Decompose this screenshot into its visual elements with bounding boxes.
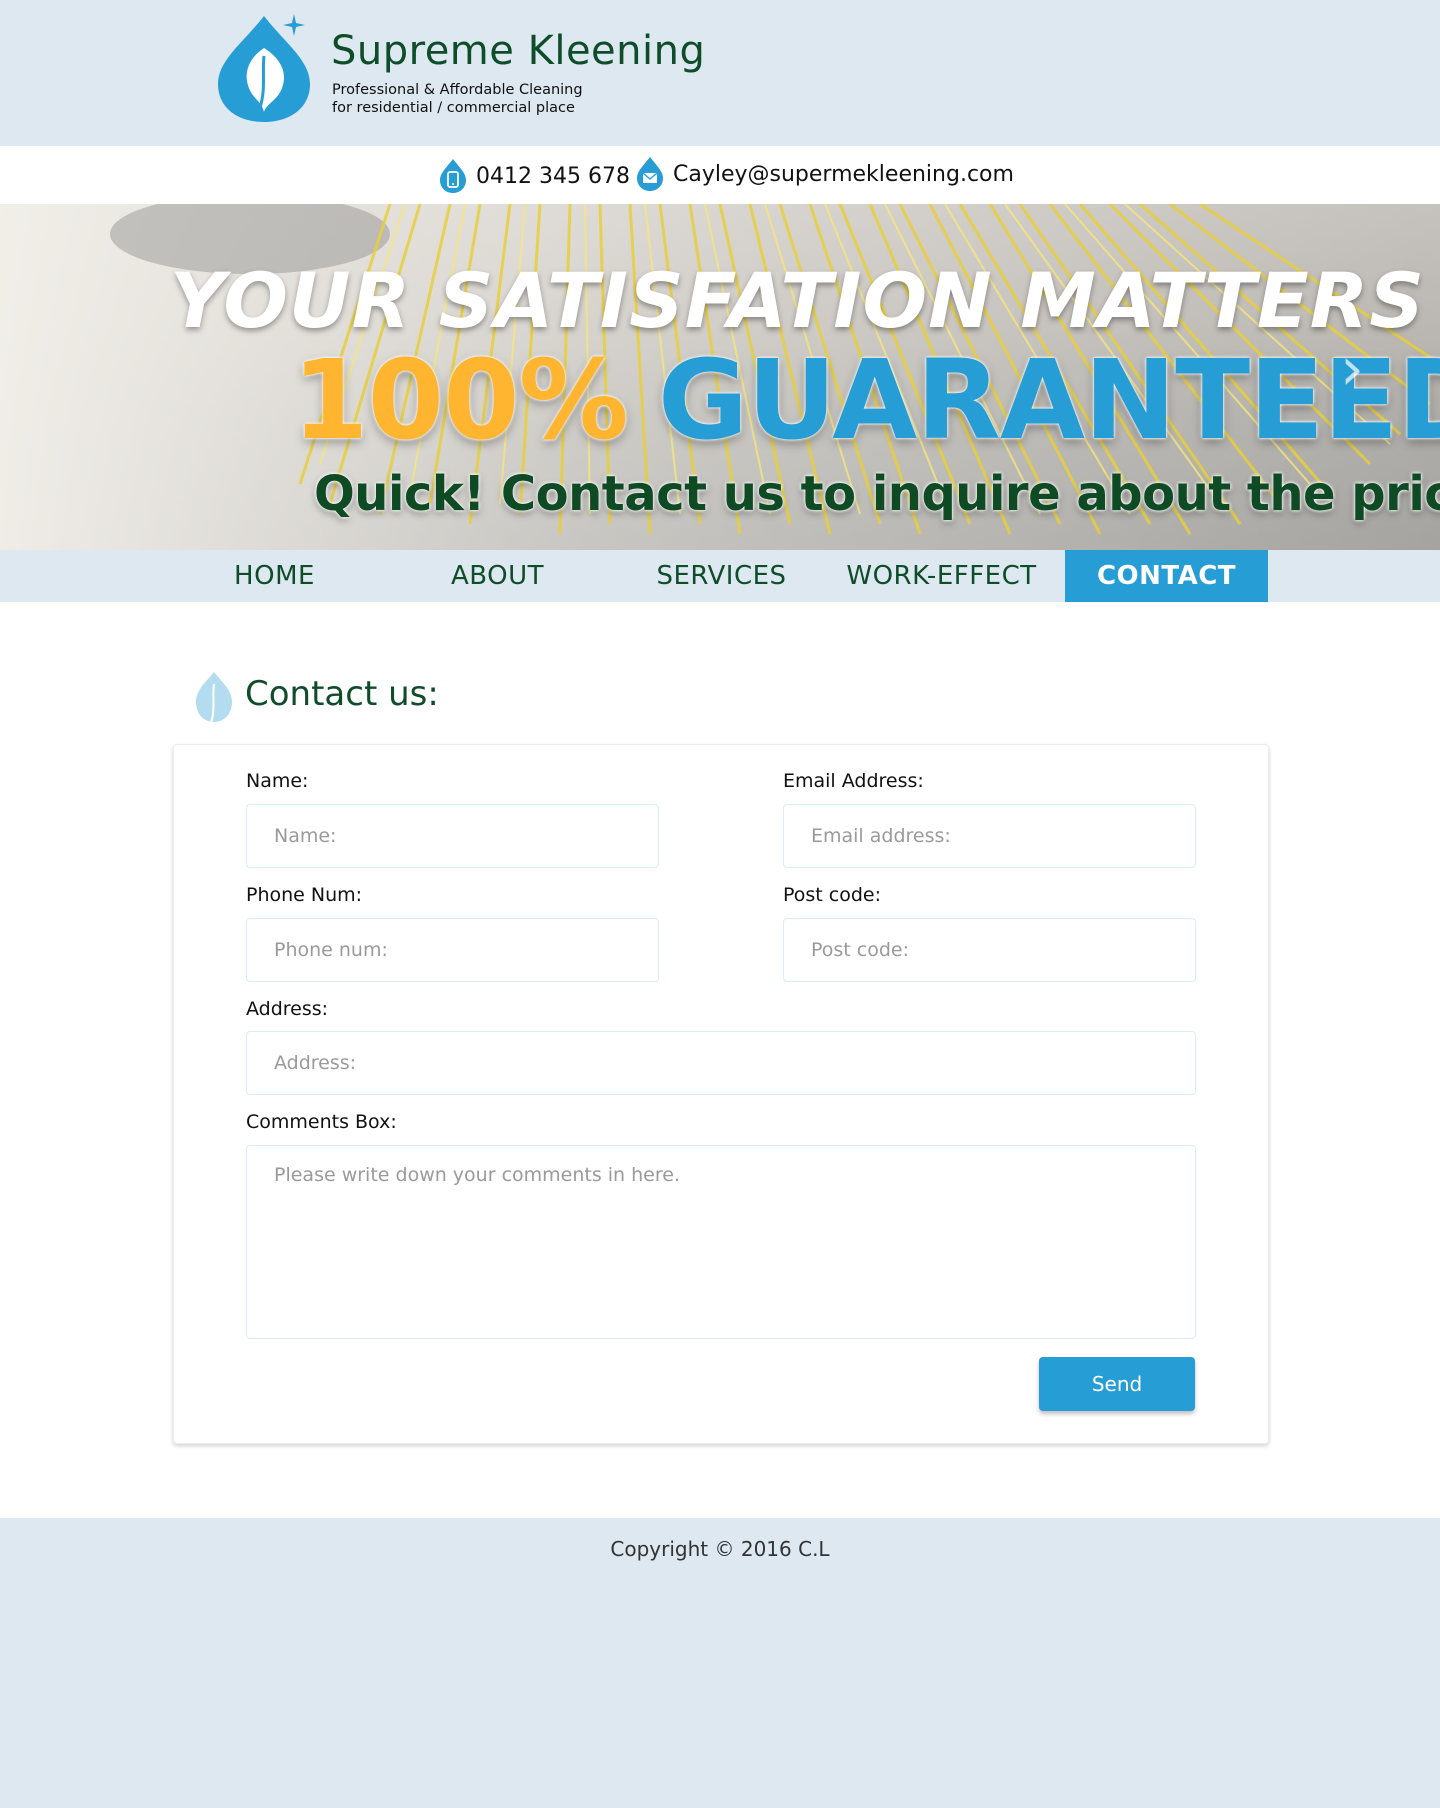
site-footer xyxy=(0,1518,1440,1808)
site-header: Supreme Kleening Professional & Affordab… xyxy=(0,0,1440,146)
name-input[interactable] xyxy=(246,804,659,868)
banner-percent: 100% xyxy=(292,336,629,464)
phone-input[interactable] xyxy=(246,918,659,982)
chevron-right-icon[interactable]: › xyxy=(1340,334,1364,404)
water-drop-leaf-icon[interactable] xyxy=(214,12,316,124)
email-label: Email Address: xyxy=(783,770,924,792)
send-button[interactable]: Send xyxy=(1039,1357,1195,1411)
address-input[interactable] xyxy=(246,1031,1196,1095)
email-address[interactable]: Cayley@supermekleening.com xyxy=(673,162,1014,187)
nav-home[interactable]: HOME xyxy=(183,550,366,602)
name-label: Name: xyxy=(246,770,309,792)
phone-contact[interactable]: 0412 345 678 xyxy=(438,158,630,194)
banner-guaranteed: GUARANTEED xyxy=(657,336,1440,464)
nav-work-effect[interactable]: WORK-EFFECT xyxy=(840,550,1043,602)
banner-cta-text: Quick! Contact us to inquire about the p… xyxy=(314,466,1440,522)
postcode-input[interactable] xyxy=(783,918,1196,982)
banner-guarantee: 100% GUARANTEED xyxy=(292,336,1440,464)
phone-drop-icon xyxy=(440,159,466,193)
phone-label: Phone Num: xyxy=(246,884,363,906)
email-input[interactable] xyxy=(783,804,1196,868)
email-contact[interactable]: Cayley@supermekleening.com xyxy=(635,156,1014,192)
brand-tagline: Professional & Affordable Cleaning for r… xyxy=(332,81,583,117)
address-label: Address: xyxy=(246,998,329,1020)
nav-services[interactable]: SERVICES xyxy=(630,550,813,602)
tagline-line-1: Professional & Affordable Cleaning xyxy=(332,82,583,98)
page-title: Contact us: xyxy=(245,674,439,714)
nav-contact[interactable]: CONTACT xyxy=(1065,550,1268,602)
hero-banner: YOUR SATISFATION MATTERS 100% GUARANTEED … xyxy=(0,204,1440,550)
copyright-text: Copyright © 2016 C.L xyxy=(610,1537,830,1561)
brand-name[interactable]: Supreme Kleening xyxy=(331,28,705,74)
main-nav: HOME ABOUT SERVICES WORK-EFFECT CONTACT xyxy=(0,550,1440,602)
mail-drop-icon xyxy=(637,157,663,191)
postcode-label: Post code: xyxy=(783,884,882,906)
tagline-line-2: for residential / commercial place xyxy=(332,100,575,116)
banner-headline: YOUR SATISFATION MATTERS xyxy=(170,256,1425,345)
phone-number[interactable]: 0412 345 678 xyxy=(476,164,630,189)
comments-label: Comments Box: xyxy=(246,1111,397,1133)
contact-info-bar: 0412 345 678 Cayley@supermekleening.com xyxy=(0,146,1440,204)
nav-about[interactable]: ABOUT xyxy=(406,550,589,602)
leaf-drop-icon xyxy=(196,672,232,727)
comments-textarea[interactable] xyxy=(246,1145,1196,1339)
